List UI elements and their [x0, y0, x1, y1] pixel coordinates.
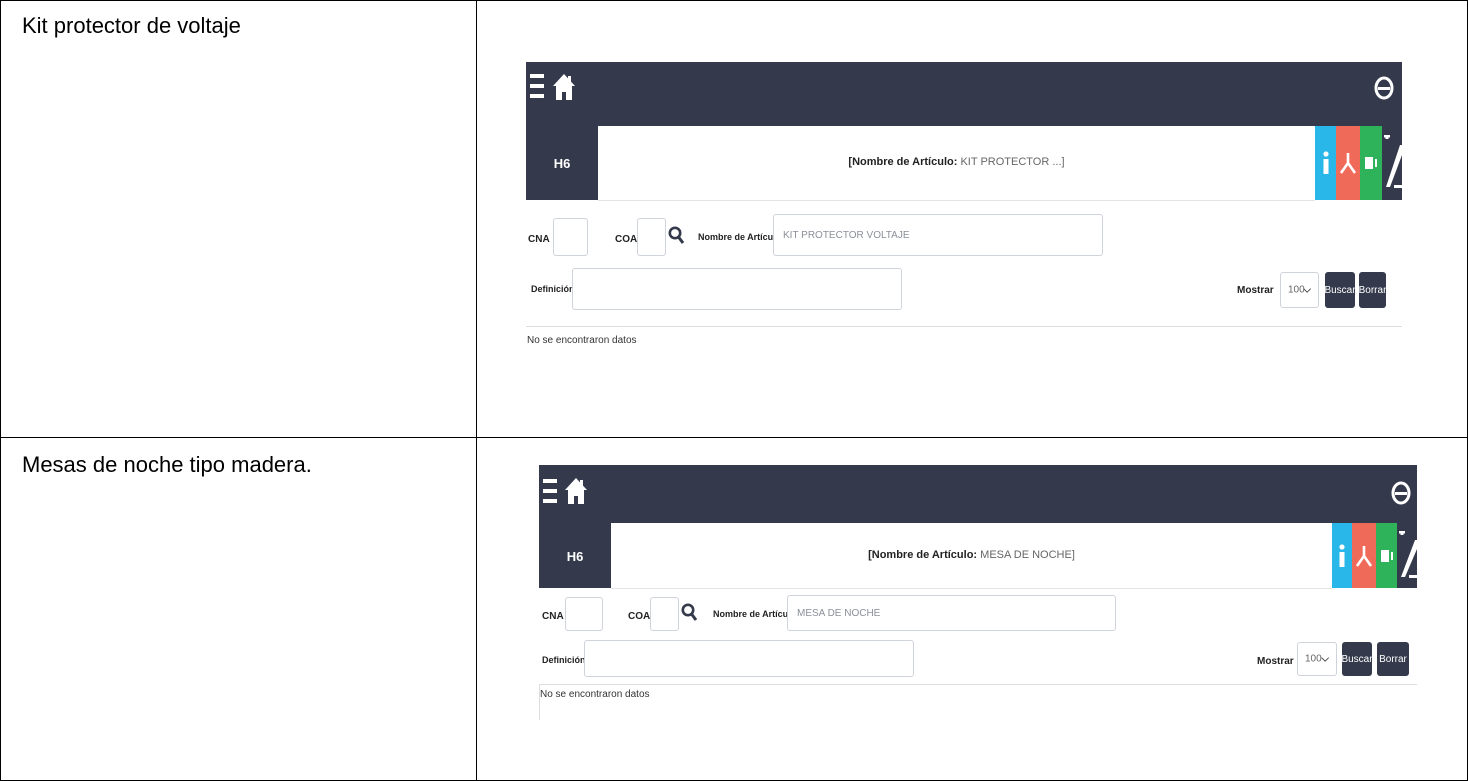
- menu-icon[interactable]: [543, 479, 557, 505]
- menu-icon[interactable]: [530, 74, 544, 100]
- app-screenshot-mesas: H6 [Nombre de Artículo: MESA DE NOCHE] C…: [539, 465, 1417, 723]
- sidebar-label: H6: [566, 549, 584, 564]
- pdf-button[interactable]: [1336, 126, 1360, 200]
- title-bar: [Nombre de Artículo: MESA DE NOCHE]: [611, 523, 1332, 589]
- pdf-icon: [1355, 545, 1373, 567]
- excel-icon: [1380, 549, 1393, 562]
- mostrar-select[interactable]: 100 ⌵: [1297, 642, 1337, 676]
- mostrar-value: 100: [1305, 653, 1322, 665]
- mostrar-label: Mostrar: [1257, 656, 1294, 667]
- info-button[interactable]: [1332, 523, 1352, 588]
- row-label-mesas-noche: Mesas de noche tipo madera.: [22, 452, 312, 477]
- definicion-input[interactable]: [584, 640, 914, 677]
- cna-label: CNA: [542, 611, 564, 622]
- buscar-button[interactable]: Buscar: [1341, 642, 1373, 676]
- search-icon[interactable]: [681, 603, 699, 623]
- title-bar: [Nombre de Artículo: KIT PROTECTOR ...]: [598, 126, 1315, 201]
- excel-button[interactable]: [1360, 126, 1382, 200]
- mostrar-value: 100: [1288, 284, 1305, 296]
- user-icon[interactable]: [1391, 481, 1411, 505]
- table-border-top: [0, 0, 1468, 1]
- table-border-left: [0, 0, 1, 781]
- table-row-divider: [0, 437, 1468, 438]
- info-icon: [1322, 151, 1329, 174]
- app-sidebar: H6: [526, 126, 598, 200]
- search-icon[interactable]: [668, 226, 686, 246]
- coa-label: COA: [615, 234, 638, 245]
- nombre-label: Nombre de Artículo: [698, 232, 782, 242]
- nombre-articulo-input[interactable]: KIT PROTECTOR VOLTAJE: [773, 214, 1103, 256]
- plus-minus-icon: [1384, 135, 1402, 188]
- app-sidebar: H6: [539, 523, 611, 588]
- buscar-button[interactable]: Buscar: [1324, 272, 1356, 308]
- article-title: [Nombre de Artículo: MESA DE NOCHE]: [868, 549, 1075, 561]
- app-topbar: [526, 62, 1402, 126]
- chevron-down-icon: ⌵: [1321, 653, 1329, 665]
- sidebar-label: H6: [553, 156, 571, 171]
- results-divider: [526, 326, 1402, 327]
- table-column-divider: [476, 0, 477, 781]
- mostrar-select[interactable]: 100 ⌵: [1280, 272, 1319, 308]
- coa-input[interactable]: [637, 218, 666, 256]
- home-icon[interactable]: [552, 73, 576, 101]
- toggle-filters-button[interactable]: [1397, 523, 1417, 588]
- excel-icon: [1365, 157, 1377, 169]
- app-topbar: [539, 465, 1417, 523]
- definicion-input[interactable]: [572, 268, 902, 310]
- home-icon[interactable]: [564, 477, 588, 505]
- empty-results-message: No se encontraron datos: [527, 335, 637, 346]
- empty-results-message: No se encontraron datos: [540, 689, 650, 700]
- coa-label: COA: [628, 611, 651, 622]
- borrar-button[interactable]: Borrar: [1377, 642, 1409, 676]
- cna-input[interactable]: [565, 597, 603, 631]
- user-icon[interactable]: [1374, 76, 1394, 100]
- excel-button[interactable]: [1376, 523, 1397, 588]
- info-button[interactable]: [1315, 126, 1336, 200]
- chevron-down-icon: ⌵: [1303, 284, 1311, 296]
- toggle-filters-button[interactable]: [1382, 126, 1402, 200]
- pdf-icon: [1339, 153, 1357, 174]
- nombre-label: Nombre de Artículo: [713, 609, 797, 619]
- article-title: [Nombre de Artículo: KIT PROTECTOR ...]: [848, 156, 1065, 168]
- pdf-button[interactable]: [1352, 523, 1376, 588]
- mostrar-label: Mostrar: [1237, 285, 1274, 296]
- definicion-label: Definición: [531, 284, 575, 294]
- row-label-kit-protector: Kit protector de voltaje: [22, 13, 241, 38]
- results-divider: [539, 684, 1417, 685]
- coa-input[interactable]: [650, 597, 679, 631]
- plus-minus-icon: [1399, 530, 1417, 578]
- cna-input[interactable]: [553, 218, 588, 256]
- nombre-articulo-input[interactable]: MESA DE NOCHE: [787, 595, 1116, 631]
- borrar-button[interactable]: Borrar: [1359, 272, 1386, 308]
- definicion-label: Definición: [542, 655, 586, 665]
- cna-label: CNA: [528, 234, 550, 245]
- app-screenshot-kit: H6 [Nombre de Artículo: KIT PROTECTOR ..…: [526, 62, 1402, 380]
- info-icon: [1339, 543, 1345, 567]
